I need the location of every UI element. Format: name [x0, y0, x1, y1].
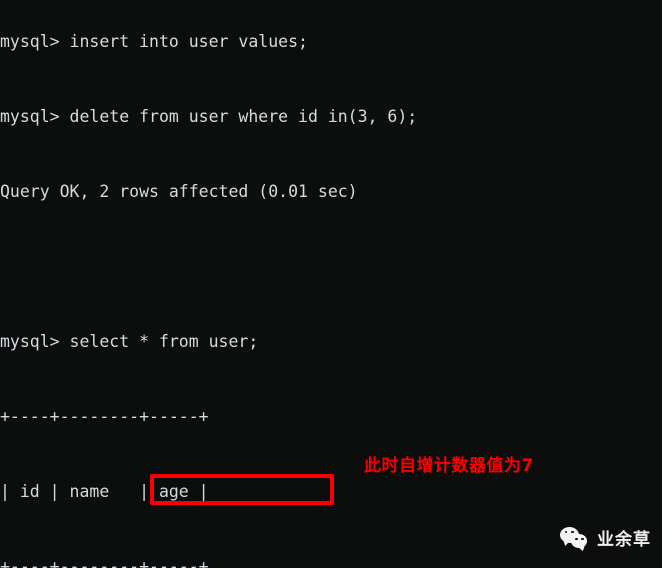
wechat-icon	[560, 526, 590, 550]
terminal-line-delete-query: mysql> delete from user where id in(3, 6…	[0, 107, 418, 126]
terminal-screen: mysql> insert into user values; mysql> d…	[0, 0, 662, 568]
terminal-line-delete-result: Query OK, 2 rows affected (0.01 sec)	[0, 182, 358, 201]
annotation-text: 此时自增计数器值为7	[364, 456, 534, 476]
watermark: 业余草	[560, 525, 651, 550]
watermark-label: 业余草	[597, 530, 651, 550]
terminal-line-table-header: | id | name | age |	[0, 482, 209, 501]
terminal-line-table-border-mid: +----+--------+-----+	[0, 557, 209, 568]
terminal-line: mysql> insert into user values;	[0, 32, 308, 51]
terminal-line-select-query: mysql> select * from user;	[0, 332, 259, 351]
terminal-output: mysql> insert into user values; mysql> d…	[0, 0, 662, 568]
terminal-line-table-border-top: +----+--------+-----+	[0, 407, 209, 426]
